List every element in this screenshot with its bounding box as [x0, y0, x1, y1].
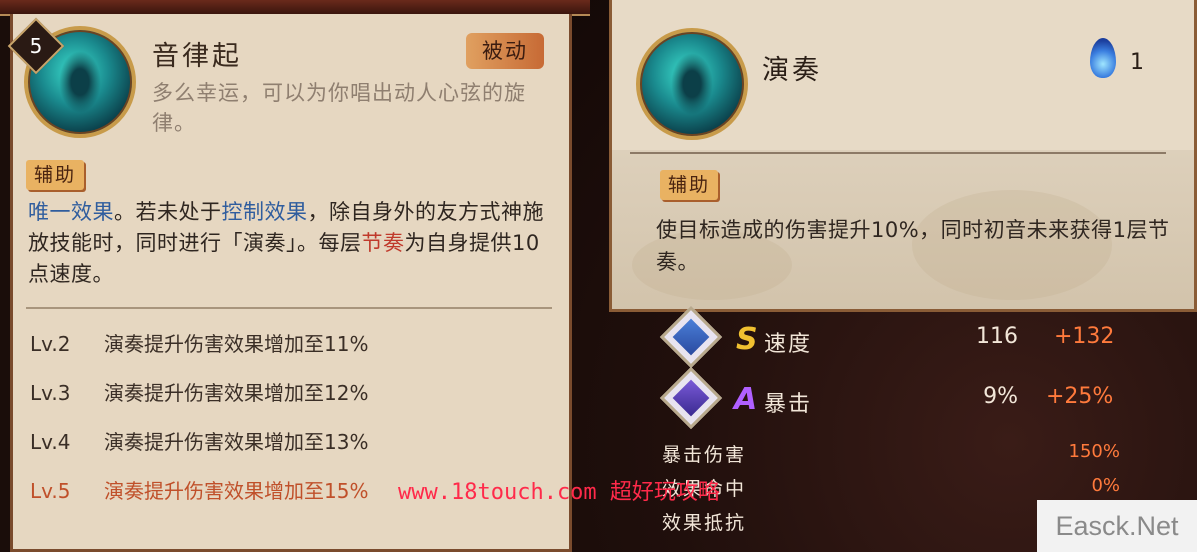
divider — [26, 307, 552, 309]
passive-badge: 被动 — [466, 33, 544, 69]
effect-resist-label: 效果抵抗 — [662, 512, 747, 534]
level-row: Lv.3 演奏提升伤害效果增加至12% — [30, 381, 369, 405]
crit-base-value: 9% — [983, 384, 1018, 409]
crit-grade: A — [734, 382, 758, 417]
sub-skill-effect-text: 使目标造成的伤害提升10%，同时初音未来获得1层节奏。 — [656, 218, 1170, 274]
onibi-cost: 1 — [1130, 50, 1144, 75]
crit-label: 暴击 — [764, 392, 813, 417]
skill-title: 音律起 — [152, 41, 242, 72]
speed-label: 速度 — [764, 332, 813, 357]
skill-description: 多么幸运，可以为你唱出动人心弦的旋律。 — [152, 81, 526, 135]
support-tag: 辅助 — [26, 160, 85, 190]
effect-hit-value: 0% — [1091, 475, 1120, 496]
keyword-control-effect[interactable]: 控制效果 — [222, 200, 308, 224]
level-row: Lv.4 演奏提升伤害效果增加至13% — [30, 430, 369, 454]
support-tag: 辅助 — [660, 170, 719, 200]
crit-damage-label: 暴击伤害 — [662, 444, 747, 466]
skill-level: 5 — [29, 34, 43, 58]
level-row-current: Lv.5 演奏提升伤害效果增加至15% — [30, 479, 369, 503]
keyword-unique-effect[interactable]: 唯一效果 — [28, 200, 114, 224]
crit-damage-value: 150% — [1068, 441, 1120, 462]
keyword-rhythm[interactable]: 节奏 — [362, 231, 405, 255]
sub-skill-title: 演奏 — [762, 55, 822, 86]
sub-skill-portrait-icon — [636, 28, 748, 140]
corner-brand-watermark: Easck.Net — [1037, 500, 1197, 552]
speed-base-value: 116 — [976, 324, 1018, 349]
skill-effect-text: 唯一效果。若未处于控制效果，除自身外的友方式神施放技能时，同时进行「演奏」。每层… — [28, 200, 544, 286]
speed-bonus-value: +132 — [1054, 324, 1115, 349]
speed-grade: S — [736, 322, 758, 357]
tooltip-divider — [630, 152, 1166, 154]
crit-bonus-value: +25% — [1046, 384, 1114, 409]
onibi-flame-icon — [1090, 38, 1116, 78]
level-row: Lv.2 演奏提升伤害效果增加至11% — [30, 332, 369, 356]
site-watermark: www.18touch.com 超好玩攻略 — [398, 480, 720, 505]
